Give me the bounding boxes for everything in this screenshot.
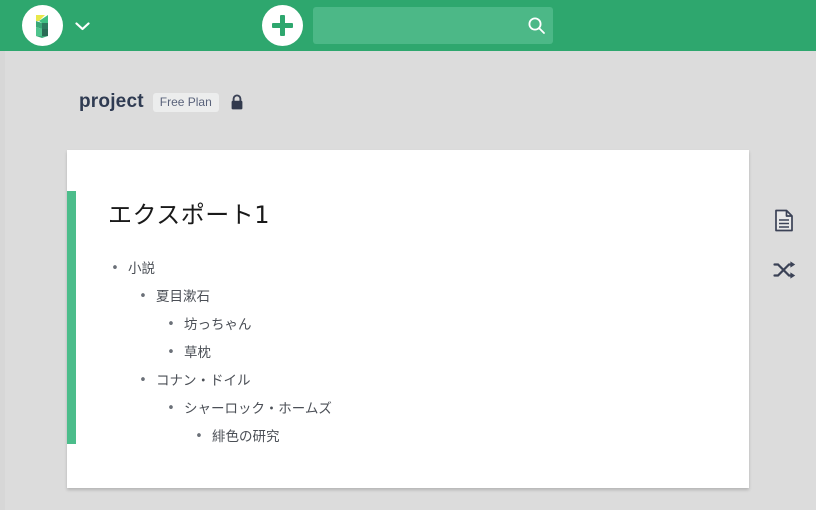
shuffle-icon[interactable] (770, 256, 798, 284)
breadcrumb: project Free Plan (79, 91, 244, 113)
list-item[interactable]: • 小説 (108, 255, 708, 283)
bullet-icon[interactable]: • (192, 423, 206, 451)
list-item[interactable]: • シャーロック・ホームズ (164, 395, 708, 423)
list-item-label[interactable]: 緋色の研究 (206, 423, 280, 451)
add-button[interactable] (262, 5, 303, 46)
lock-icon (230, 94, 244, 111)
list-item-label[interactable]: 小説 (122, 255, 155, 283)
bullet-icon[interactable]: • (136, 367, 150, 395)
search-input[interactable] (313, 7, 519, 44)
list-item-label[interactable]: シャーロック・ホームズ (178, 395, 332, 423)
app-logo-icon (36, 15, 48, 38)
shuffle-glyph-icon (772, 261, 795, 279)
workspace-chevron-down-icon[interactable] (70, 16, 94, 36)
bullet-icon[interactable]: • (136, 283, 150, 311)
list-item[interactable]: • コナン・ドイル (136, 367, 708, 395)
document-card: エクスポート1 • 小説 • 夏目漱石 • 坊っちゃん • 草枕 • コナン・ド… (67, 150, 749, 488)
document-glyph-icon (775, 209, 793, 231)
page-body: project Free Plan エクスポート1 • 小説 • 夏目漱石 • … (0, 51, 816, 510)
list-item[interactable]: • 夏目漱石 (136, 283, 708, 311)
bullet-icon[interactable]: • (108, 255, 122, 283)
plan-badge[interactable]: Free Plan (152, 92, 219, 112)
app-window: project Free Plan エクスポート1 • 小説 • 夏目漱石 • … (0, 0, 816, 510)
magnifier-icon (528, 17, 545, 34)
list-item-label[interactable]: コナン・ドイル (150, 367, 251, 395)
outline-list: • 小説 • 夏目漱石 • 坊っちゃん • 草枕 • コナン・ドイル • シャー… (108, 255, 708, 451)
lock-glyph-icon (231, 94, 243, 109)
left-edge-rail (0, 51, 5, 510)
bullet-icon[interactable]: • (164, 339, 178, 367)
list-item-label[interactable]: 坊っちゃん (178, 311, 252, 339)
document-accent-bar (67, 191, 76, 444)
list-item-label[interactable]: 夏目漱石 (150, 283, 210, 311)
top-bar (0, 0, 816, 51)
bullet-icon[interactable]: • (164, 311, 178, 339)
project-name[interactable]: project (79, 91, 144, 113)
plus-icon-vertical (280, 15, 285, 36)
document-title[interactable]: エクスポート1 (108, 195, 270, 230)
chevron-down-icon (74, 21, 90, 30)
list-item[interactable]: • 坊っちゃん (164, 311, 708, 339)
list-item-label[interactable]: 草枕 (178, 339, 211, 367)
list-item[interactable]: • 緋色の研究 (192, 423, 708, 451)
search-box[interactable] (313, 7, 553, 44)
right-tool-rail (768, 206, 800, 284)
document-icon[interactable] (770, 206, 798, 234)
app-logo[interactable] (22, 5, 63, 46)
search-icon[interactable] (519, 7, 553, 44)
list-item[interactable]: • 草枕 (164, 339, 708, 367)
bullet-icon[interactable]: • (164, 395, 178, 423)
